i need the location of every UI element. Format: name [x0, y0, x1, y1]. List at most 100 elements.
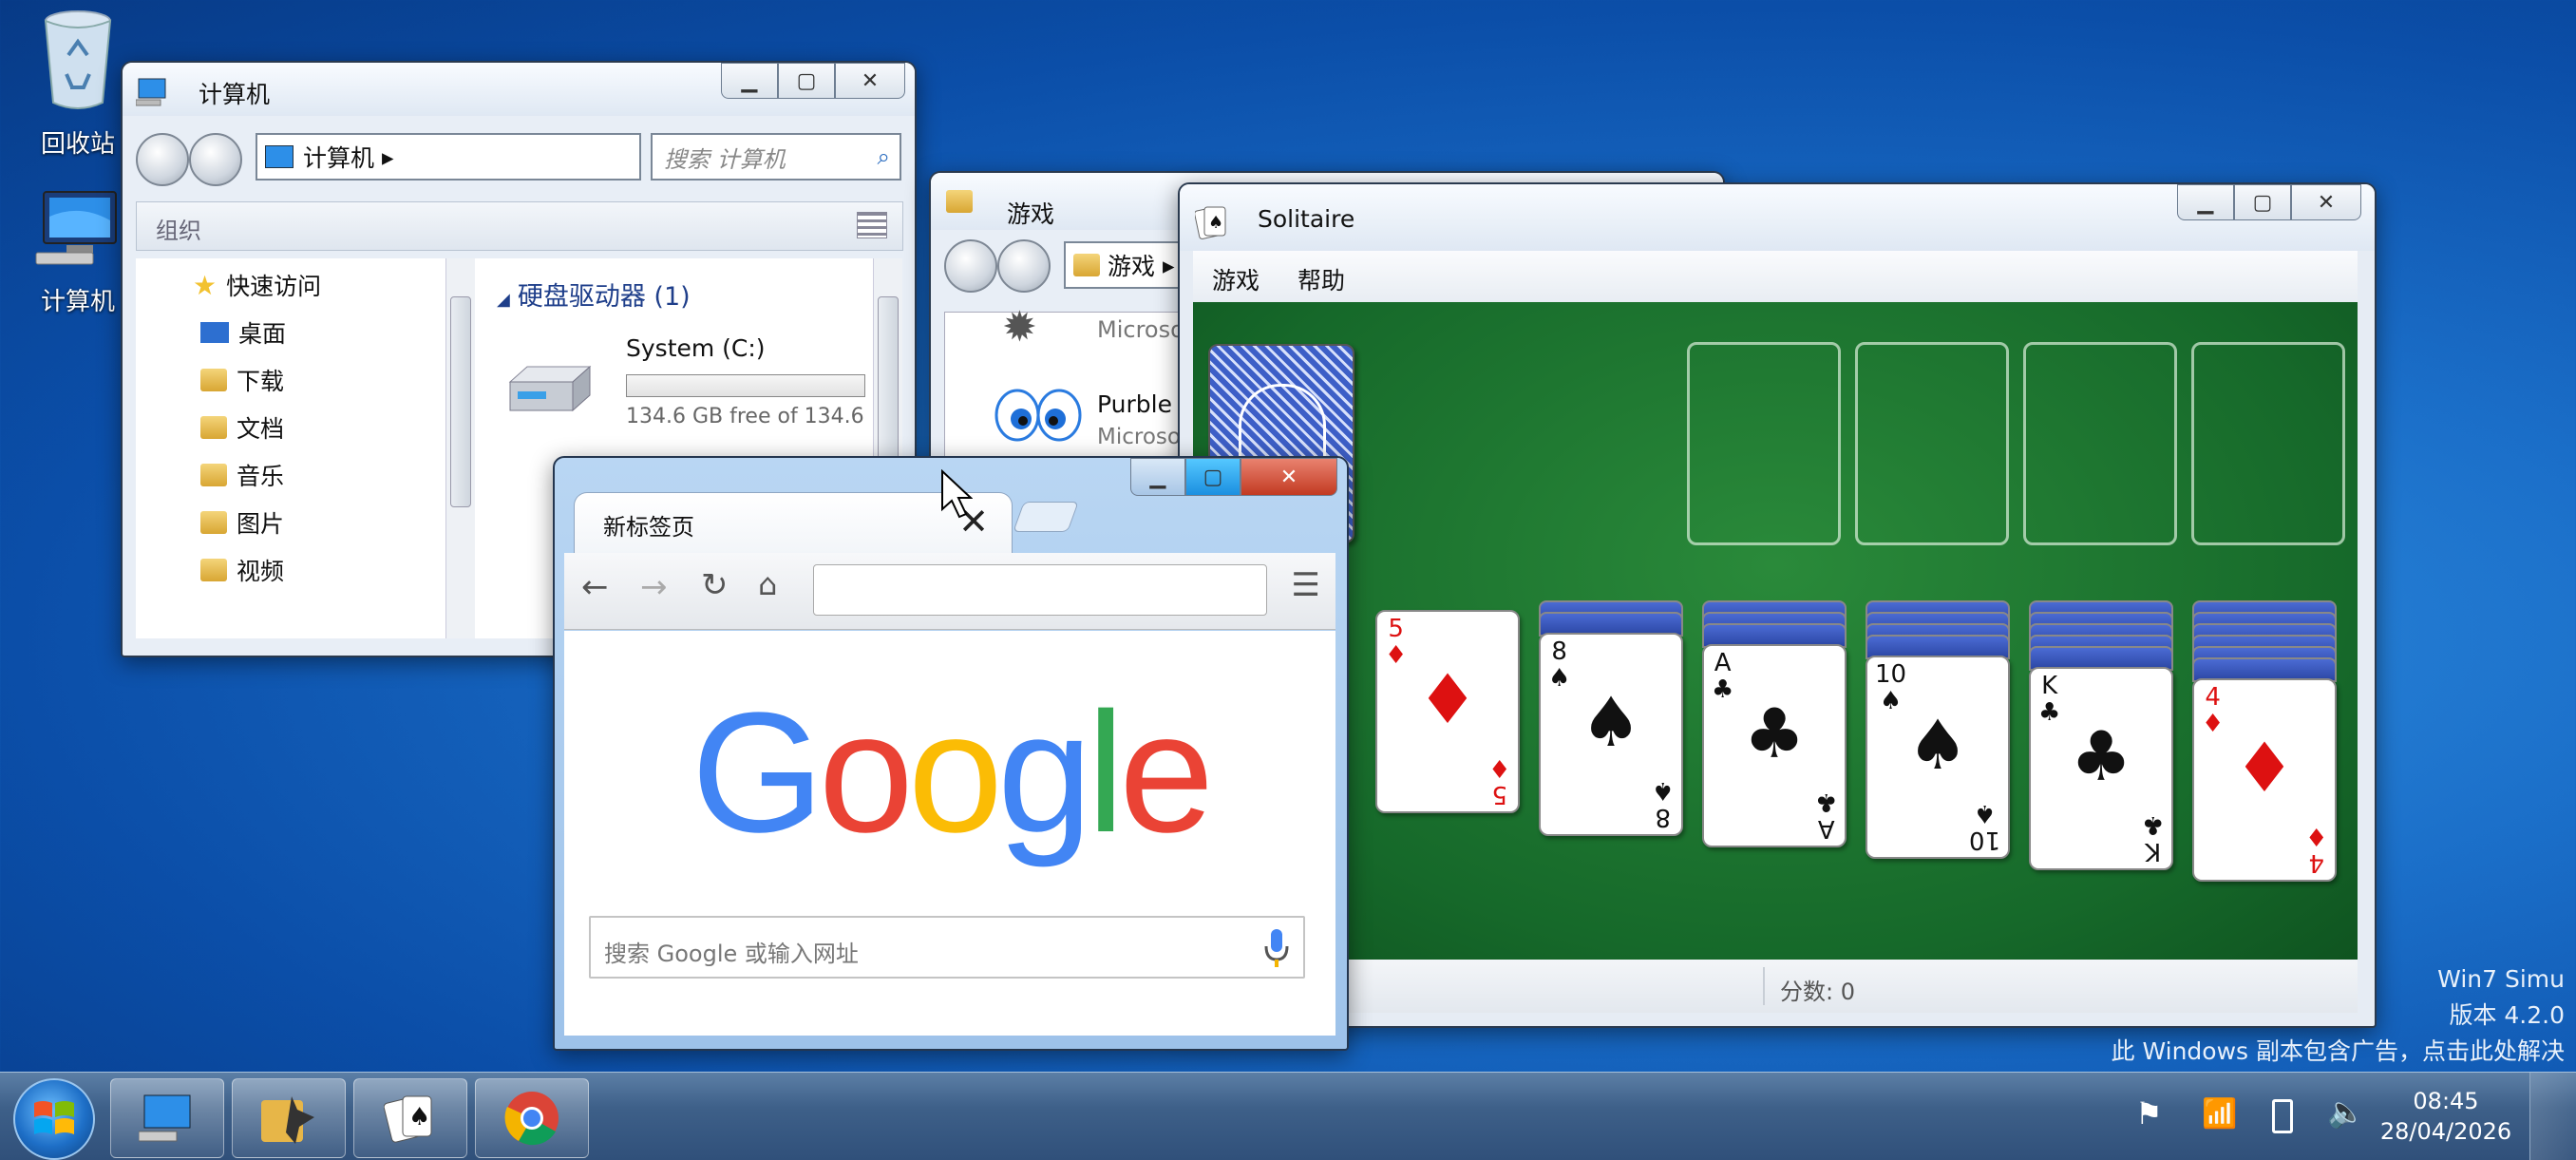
- tab-title: 新标签页: [603, 514, 694, 541]
- playing-card[interactable]: 10 ♠ ♠ 10 ♠: [1866, 656, 2010, 859]
- music-folder-icon: [200, 464, 227, 486]
- desktop-icon-label: 计算机: [40, 288, 115, 316]
- google-logo-letter: o: [818, 677, 914, 868]
- maximize-button[interactable]: ▢: [1185, 458, 1241, 496]
- close-button[interactable]: ✕: [835, 63, 905, 99]
- omnibox[interactable]: [813, 564, 1267, 616]
- browser-window: ▁ ▢ ✕ 新标签页 ✕ ← → ↻ ⌂ ☰ Google 搜索 Google …: [553, 456, 1349, 1051]
- games-folder-icon: [946, 190, 973, 213]
- nav-item-quick-access[interactable]: ★ 快速访问: [193, 268, 321, 302]
- score-text: 分数: 0: [1780, 979, 1855, 1005]
- back-arrow-icon[interactable]: ←: [581, 568, 609, 606]
- svg-text:♠: ♠: [408, 1103, 430, 1131]
- reload-icon[interactable]: ↻: [701, 566, 729, 604]
- taskbar-button-games[interactable]: [232, 1078, 346, 1158]
- menu-game[interactable]: 游戏: [1212, 262, 1260, 296]
- google-logo: Google: [564, 688, 1335, 859]
- purble-place-eyes-icon: [994, 389, 1082, 442]
- card-center-suit: ♠: [1906, 705, 1969, 785]
- volume-icon[interactable]: 🔈: [2327, 1093, 2365, 1130]
- playing-card[interactable]: K ♣ ♣ K ♣: [2029, 667, 2173, 870]
- minimize-button[interactable]: ▁: [1130, 458, 1185, 496]
- nav-label: 图片: [237, 510, 285, 538]
- search-icon[interactable]: ⌕: [878, 143, 890, 170]
- solitaire-window: ♠ Solitaire ▁ ▢ ✕ 游戏 帮助 5 ♦ ♦ 5 ♦ 8 ♠ ♠ 8 ♠ A ♣ ♣ A ♣ 1…: [1178, 182, 2377, 1028]
- close-button[interactable]: ✕: [2291, 184, 2361, 220]
- nav-scrollbar[interactable]: [445, 258, 475, 638]
- window-title: 游戏: [1007, 200, 1055, 228]
- view-options-icon[interactable]: [857, 212, 887, 238]
- forward-arrow-icon[interactable]: →: [640, 568, 668, 606]
- playing-card[interactable]: 8 ♠ ♠ 8 ♠: [1539, 633, 1683, 836]
- search-input[interactable]: 搜索 计算机 ⌕: [651, 133, 901, 181]
- card-rank: 10: [1968, 826, 2000, 854]
- foundation-slot-2[interactable]: [1855, 342, 2009, 545]
- browser-content: Google 搜索 Google 或输入网址: [564, 631, 1335, 1036]
- nav-item-pictures[interactable]: 图片: [200, 505, 284, 540]
- google-search-input[interactable]: 搜索 Google 或输入网址: [589, 916, 1305, 979]
- drive-item[interactable]: System (C:) 134.6 GB free of 134.6: [506, 325, 867, 429]
- nav-label: 文档: [237, 415, 285, 443]
- foundation-slot-1[interactable]: [1687, 342, 1841, 545]
- forward-button[interactable]: [189, 133, 242, 186]
- nav-item-documents[interactable]: 文档: [200, 410, 284, 445]
- foundation-slot-3[interactable]: [2023, 342, 2177, 545]
- back-button[interactable]: [944, 239, 997, 293]
- watermark-line-3: 此 Windows 副本包含广告，点击此处解决: [2111, 1037, 2566, 1065]
- nav-item-music[interactable]: 音乐: [200, 458, 284, 492]
- clock[interactable]: 08:45 28/04/2026: [2375, 1086, 2517, 1147]
- navigation-pane: ★ 快速访问 桌面 下载 文档 音乐 图片 视频: [136, 258, 478, 638]
- nav-label: 桌面: [238, 320, 287, 348]
- google-logo-letter: g: [997, 677, 1092, 868]
- playing-card[interactable]: 4 ♦ ♦ 4 ♦: [2192, 678, 2337, 882]
- organize-menu[interactable]: 组织: [156, 212, 201, 245]
- new-tab-button[interactable]: [1013, 502, 1079, 532]
- windows-logo-icon: [34, 1101, 74, 1134]
- card-rank: 5: [1388, 615, 1404, 643]
- desktop-icon-computer[interactable]: 计算机: [21, 188, 135, 317]
- menu-icon[interactable]: ☰: [1292, 566, 1320, 604]
- taskbar-button-explorer[interactable]: [110, 1078, 224, 1158]
- maximize-button[interactable]: ▢: [2234, 184, 2291, 220]
- playing-card[interactable]: A ♣ ♣ A ♣: [1702, 644, 1847, 847]
- microphone-icon[interactable]: [1263, 927, 1290, 969]
- card-rank: A: [1714, 649, 1732, 677]
- google-logo-letter: l: [1087, 677, 1125, 868]
- card-rank: A: [1817, 814, 1835, 843]
- nav-item-downloads[interactable]: 下载: [200, 363, 284, 397]
- game-name: Purble: [1097, 390, 1172, 418]
- solitaire-titlebar[interactable]: ♠ Solitaire ▁ ▢ ✕: [1180, 184, 2375, 251]
- playing-card[interactable]: 5 ♦ ♦ 5 ♦: [1375, 610, 1520, 813]
- close-button[interactable]: ✕: [1241, 458, 1337, 496]
- card-rank-bottom: A ♣: [1815, 788, 1837, 843]
- menu-help[interactable]: 帮助: [1297, 262, 1345, 296]
- chevron-right-icon: ▸: [382, 143, 394, 171]
- address-bar[interactable]: 计算机 ▸: [256, 133, 641, 181]
- start-button[interactable]: [13, 1078, 95, 1160]
- forward-button[interactable]: [997, 239, 1051, 293]
- taskbar-button-solitaire[interactable]: ♠: [353, 1078, 467, 1158]
- home-icon[interactable]: ⌂: [758, 566, 777, 602]
- nav-item-desktop[interactable]: 桌面: [200, 315, 286, 350]
- foundation-slot-4[interactable]: [2191, 342, 2345, 545]
- group-header[interactable]: ◢ 硬盘驱动器 (1): [497, 276, 691, 313]
- card-rank: 4: [2205, 683, 2221, 712]
- desktop-icon-recycle-bin[interactable]: 回收站: [21, 8, 135, 160]
- back-button[interactable]: [136, 133, 189, 186]
- minimize-button[interactable]: ▁: [2177, 184, 2234, 220]
- maximize-button[interactable]: ▢: [778, 63, 835, 99]
- network-signal-icon[interactable]: 📶: [2202, 1097, 2237, 1131]
- nav-item-videos[interactable]: 视频: [200, 553, 284, 587]
- watermark[interactable]: Win7 Simu 版本 4.2.0 此 Windows 副本包含广告，点击此处…: [2112, 961, 2566, 1070]
- scrollbar-thumb[interactable]: [450, 296, 471, 507]
- action-center-flag-icon[interactable]: ⚑: [2135, 1095, 2163, 1131]
- battery-icon[interactable]: [2272, 1099, 2293, 1133]
- show-desktop-button[interactable]: [2529, 1073, 2576, 1160]
- explorer-titlebar[interactable]: 计算机 ▁ ▢ ✕: [123, 63, 915, 116]
- google-logo-letter: o: [907, 677, 1003, 868]
- minimize-button[interactable]: ▁: [721, 63, 778, 99]
- group-header-text: 硬盘驱动器 (1): [517, 282, 691, 312]
- address-text: 游戏: [1108, 253, 1156, 280]
- taskbar-button-chrome[interactable]: [475, 1078, 589, 1158]
- clock-time: 08:45: [2413, 1088, 2479, 1114]
